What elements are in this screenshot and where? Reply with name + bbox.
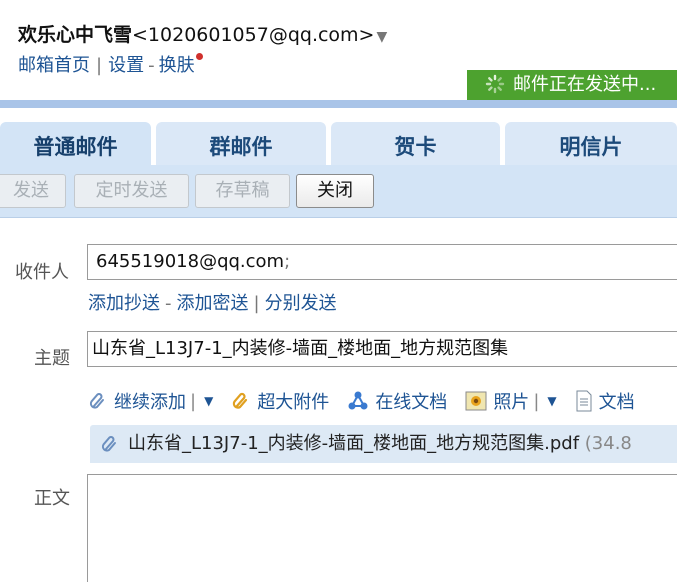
- compose-type-tabs: 普通邮件 群邮件 贺卡 明信片: [0, 108, 677, 165]
- chevron-down-icon[interactable]: ▼: [547, 394, 556, 408]
- subject-field[interactable]: 山东省_L13J7-1_内装修-墙面_楼地面_地方规范图集: [87, 331, 677, 367]
- divider: |: [190, 390, 197, 412]
- photo-button[interactable]: 照片 | ▼: [465, 388, 557, 414]
- tab-greeting-card[interactable]: 贺卡: [331, 122, 500, 165]
- recipient-value: 645519018@qq.com: [96, 251, 285, 272]
- attached-file-size: (34.8: [584, 433, 632, 454]
- online-doc-button[interactable]: 在线文档: [347, 388, 447, 414]
- large-attachment-button[interactable]: 超大附件: [231, 388, 329, 414]
- large-paperclip-icon: [233, 392, 248, 409]
- document-label: 文档: [598, 392, 635, 413]
- chevron-down-icon[interactable]: ▼: [204, 394, 213, 408]
- compose-toolbar: 发送 定时发送 存草稿 关闭: [0, 165, 677, 218]
- continue-add-button[interactable]: 继续添加 | ▼: [88, 388, 213, 414]
- user-email: <1020601057@qq.com>: [132, 24, 375, 46]
- attached-file[interactable]: 山东省_L13J7-1_内装修-墙面_楼地面_地方规范图集.pdf (34.8: [90, 425, 677, 463]
- add-bcc-link[interactable]: 添加密送: [177, 293, 249, 314]
- scheduled-send-button[interactable]: 定时发送: [74, 174, 189, 208]
- recipient-label: 收件人: [15, 262, 69, 283]
- add-cc-link[interactable]: 添加抄送: [88, 293, 160, 314]
- photo-label: 照片: [493, 392, 530, 413]
- save-draft-button[interactable]: 存草稿: [195, 174, 290, 208]
- header-divider: [0, 100, 677, 108]
- tab-group-mail[interactable]: 群邮件: [156, 122, 326, 165]
- close-button[interactable]: 关闭: [296, 174, 374, 208]
- mailbox-home-link[interactable]: 邮箱首页: [18, 55, 90, 76]
- loading-spinner-icon: [485, 74, 505, 94]
- photo-icon: [465, 391, 487, 411]
- recipient-separator: ;: [284, 251, 291, 272]
- divider: -: [165, 293, 172, 314]
- tab-postcard[interactable]: 明信片: [505, 122, 677, 165]
- sending-status-text: 邮件正在发送中...: [513, 74, 657, 95]
- user-name: 欢乐心中飞雪: [18, 24, 133, 46]
- document-icon: [576, 390, 592, 412]
- separate-send-link[interactable]: 分别发送: [265, 293, 337, 314]
- attached-file-info: 山东省_L13J7-1_内装修-墙面_楼地面_地方规范图集.pdf (34.8: [128, 425, 632, 463]
- account-dropdown-icon[interactable]: ▼: [376, 29, 387, 45]
- large-attachment-label: 超大附件: [257, 392, 330, 413]
- subject-label: 主题: [34, 348, 70, 369]
- recipient-field[interactable]: 645519018@qq.com;: [87, 244, 677, 280]
- send-button[interactable]: 发送: [0, 174, 66, 208]
- continue-add-label: 继续添加: [114, 392, 186, 413]
- header-links: 邮箱首页 | 设置 - 换肤: [18, 51, 203, 77]
- recipient-options: 添加抄送 - 添加密送 | 分别发送: [88, 289, 337, 315]
- tab-normal-mail[interactable]: 普通邮件: [0, 122, 151, 165]
- online-doc-label: 在线文档: [375, 392, 448, 413]
- attachment-toolbar: 继续添加 | ▼ 超大附件 在线文档 照片 | ▼ 文档: [88, 388, 653, 414]
- divider: |: [533, 390, 540, 412]
- divider: |: [253, 293, 260, 314]
- subject-value: 山东省_L13J7-1_内装修-墙面_楼地面_地方规范图集: [92, 338, 509, 359]
- user-identity: 欢乐心中飞雪<1020601057@qq.com> ▼: [18, 20, 387, 47]
- paperclip-icon: [101, 436, 116, 452]
- paperclip-icon: [89, 393, 104, 409]
- body-editor[interactable]: [87, 474, 677, 582]
- notification-dot: [195, 53, 203, 60]
- divider: |: [96, 55, 103, 76]
- settings-link[interactable]: 设置: [108, 55, 144, 76]
- share-nodes-icon: [348, 391, 368, 410]
- divider: -: [148, 55, 155, 76]
- skin-link[interactable]: 换肤: [159, 55, 195, 76]
- document-button[interactable]: 文档: [575, 388, 635, 414]
- sending-status-banner: 邮件正在发送中...: [467, 70, 677, 100]
- attached-file-name: 山东省_L13J7-1_内装修-墙面_楼地面_地方规范图集.pdf: [128, 433, 580, 454]
- body-label: 正文: [34, 488, 70, 509]
